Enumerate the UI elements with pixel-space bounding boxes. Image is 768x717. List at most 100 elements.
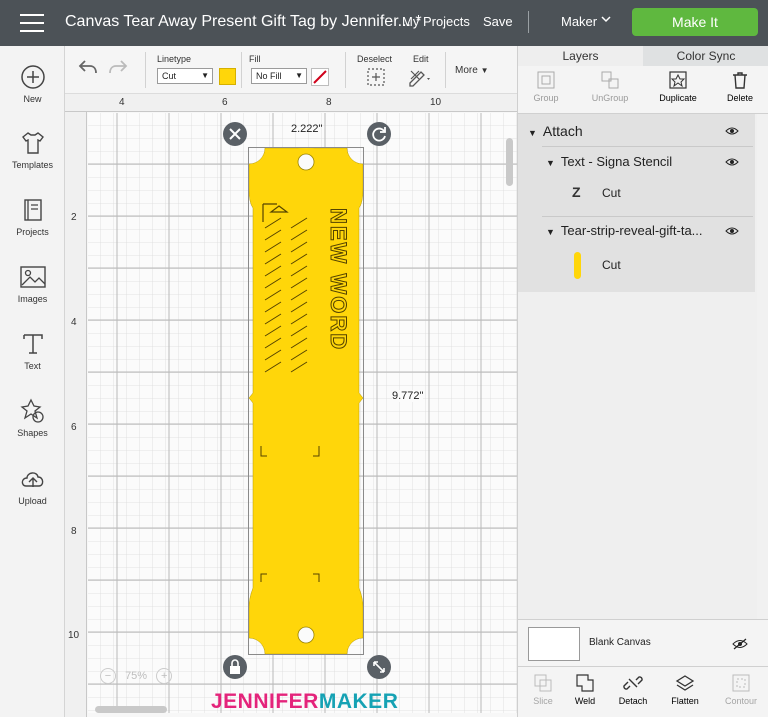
detach-label: Detach: [618, 696, 648, 706]
eye-icon[interactable]: [725, 226, 739, 236]
ungroup-icon: [601, 71, 619, 89]
images-button[interactable]: Images: [0, 264, 65, 304]
more-menu[interactable]: More ▼: [455, 65, 489, 76]
templates-button[interactable]: Templates: [0, 130, 65, 170]
group-button[interactable]: Group: [528, 70, 564, 103]
divider: [542, 216, 753, 217]
chevron-down-icon[interactable]: [600, 13, 612, 28]
group-icon: [537, 71, 555, 89]
tab-color-sync[interactable]: Color Sync: [643, 46, 768, 66]
duplicate-label: Duplicate: [659, 93, 697, 103]
layer-actions: Group UnGroup Duplicate Delete: [518, 66, 768, 114]
shapes-icon: [19, 398, 44, 423]
make-it-button[interactable]: Make It: [632, 8, 758, 36]
tab-layers[interactable]: Layers: [518, 46, 643, 66]
slice-label: Slice: [533, 696, 553, 706]
layer-text-group[interactable]: ▼ Text - Signa Stencil: [546, 154, 672, 169]
upload-label: Upload: [18, 496, 47, 506]
menu-icon[interactable]: [20, 14, 44, 32]
weld-label: Weld: [574, 696, 596, 706]
edit-tools-icon[interactable]: [407, 67, 433, 92]
caret-down-icon[interactable]: ▼: [546, 227, 555, 237]
caret-down-icon: ▼: [201, 71, 209, 80]
layer-text-label: Text - Signa Stencil: [560, 154, 673, 169]
shapes-button[interactable]: Shapes: [0, 398, 65, 438]
divider: [542, 146, 753, 147]
text-button[interactable]: Text: [0, 331, 65, 371]
layer-attach-label: Attach: [542, 123, 583, 139]
eye-icon[interactable]: [725, 126, 739, 136]
design-canvas[interactable]: 4 6 8 10 2 4 6 8 10 2.222" 9.772" NEW WO…: [65, 94, 517, 717]
upload-icon: [21, 472, 43, 487]
zoom-out-icon[interactable]: −: [100, 668, 116, 684]
projects-label: Projects: [16, 227, 49, 237]
blank-canvas-row[interactable]: Blank Canvas: [518, 619, 768, 666]
layer-text-cut[interactable]: Cut: [602, 186, 621, 200]
vertical-scrollbar[interactable]: [506, 138, 513, 186]
duplicate-button[interactable]: Duplicate: [656, 70, 700, 103]
caret-down-icon[interactable]: ▼: [528, 128, 537, 138]
new-button[interactable]: New: [0, 64, 65, 104]
divider: [445, 52, 446, 88]
panel-scrollbar[interactable]: [757, 114, 768, 619]
projects-icon: [23, 199, 42, 221]
contour-label: Contour: [724, 696, 758, 706]
flatten-button[interactable]: Flatten: [660, 673, 710, 706]
caret-down-icon: ▼: [295, 71, 303, 80]
redo-icon[interactable]: [107, 58, 129, 81]
layers-panel: Layers Color Sync Group UnGroup Duplicat…: [517, 46, 768, 717]
machine-select[interactable]: Maker: [561, 14, 597, 29]
eye-icon[interactable]: [725, 157, 739, 167]
contour-button[interactable]: Contour: [716, 673, 766, 706]
resize-handle-icon[interactable]: [366, 654, 392, 685]
bottom-actions: Slice Weld Detach Flatten Contour: [518, 666, 768, 717]
fill-select[interactable]: No Fill ▼: [251, 68, 307, 84]
more-label: More: [455, 65, 478, 76]
ruler-mark: 10: [430, 97, 442, 108]
linetype-select[interactable]: Cut ▼: [157, 68, 213, 84]
horizontal-scrollbar[interactable]: [95, 706, 167, 713]
linetype-color-swatch[interactable]: [219, 68, 236, 85]
logo-part-jennifer: JENNIFER: [211, 690, 319, 713]
text-label: Text: [24, 361, 41, 371]
layer-attach[interactable]: ▼ Attach: [528, 123, 583, 139]
projects-button[interactable]: Projects: [0, 197, 65, 237]
caret-down-icon[interactable]: ▼: [546, 158, 555, 168]
layer-tag-label: Tear-strip-reveal-gift-ta...: [560, 223, 703, 238]
deselect-icon[interactable]: [367, 68, 385, 91]
ruler-mark: 6: [222, 97, 228, 108]
eye-hidden-icon[interactable]: [732, 638, 748, 650]
ungroup-button[interactable]: UnGroup: [588, 70, 632, 103]
delete-button[interactable]: Delete: [724, 70, 756, 103]
lock-handle-icon[interactable]: [222, 654, 248, 685]
width-label: 2.222": [291, 123, 323, 135]
delete-label: Delete: [726, 93, 753, 103]
blank-canvas-swatch[interactable]: [528, 627, 580, 661]
layer-tag-cut[interactable]: Cut: [602, 258, 621, 272]
linetype-value: Cut: [162, 71, 177, 81]
layer-tag-group[interactable]: ▼ Tear-strip-reveal-gift-ta...: [546, 223, 703, 238]
fill-value: No Fill: [256, 71, 282, 81]
no-fill-swatch[interactable]: [311, 68, 329, 86]
delete-handle-icon[interactable]: [222, 121, 248, 152]
ruler-top: 4 6 8 10: [65, 94, 517, 112]
save-button[interactable]: Save: [483, 14, 513, 29]
rotate-handle-icon[interactable]: [366, 121, 392, 152]
group-label: Group: [533, 93, 559, 103]
weld-button[interactable]: Weld: [560, 673, 610, 706]
tool-sidebar: New Templates Projects Images Text Shape…: [0, 46, 65, 717]
upload-button[interactable]: Upload: [0, 466, 65, 506]
tshirt-icon: [21, 132, 44, 154]
text-icon: [22, 334, 43, 354]
ruler-mark: 4: [71, 317, 77, 328]
deselect-label: Deselect: [357, 54, 393, 64]
zoom-in-icon[interactable]: +: [156, 668, 173, 684]
detach-icon: [623, 676, 643, 690]
edit-label: Edit: [413, 54, 429, 64]
my-projects-link[interactable]: My Projects: [402, 14, 470, 29]
undo-icon[interactable]: [77, 58, 99, 81]
gift-tag-shape[interactable]: NEW WORD: [249, 148, 363, 654]
zoom-level: 75%: [125, 670, 148, 682]
top-bar: Canvas Tear Away Present Gift Tag by Jen…: [0, 0, 768, 46]
detach-button[interactable]: Detach: [608, 673, 658, 706]
